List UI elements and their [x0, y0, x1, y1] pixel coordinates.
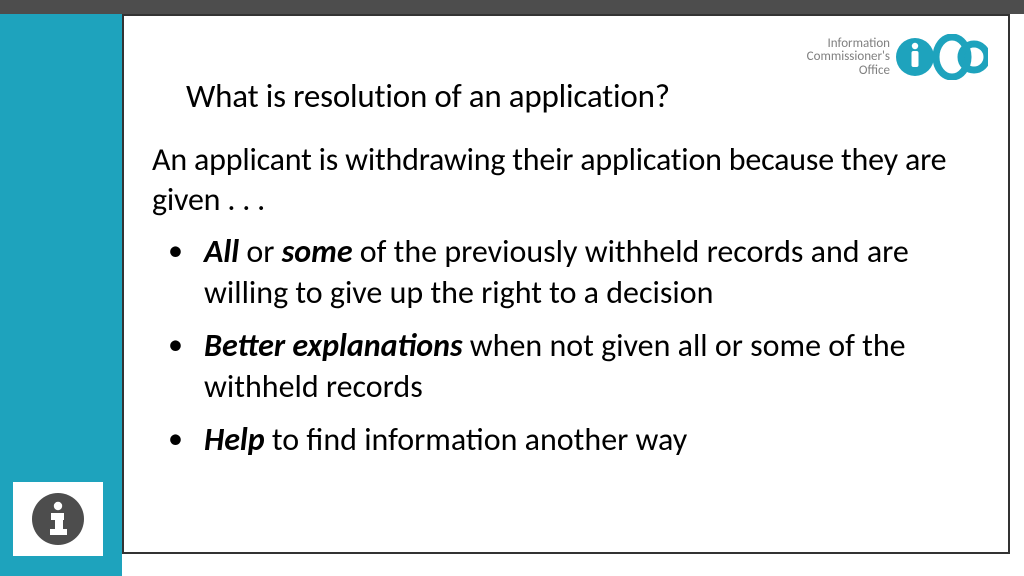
bullet-rest: to find information another way	[265, 420, 688, 459]
bullet-bold: All	[204, 232, 239, 271]
ico-logo: Information Commissioner's Office	[807, 34, 988, 80]
slide-card: Information Commissioner's Office What i…	[122, 14, 1010, 554]
list-item: All or some of the previously withheld r…	[152, 232, 980, 314]
lead-text: An applicant is withdrawing their applic…	[152, 140, 980, 220]
info-icon	[13, 482, 103, 556]
slide-title: What is resolution of an application?	[186, 76, 980, 116]
bullet-list: All or some of the previously withheld r…	[152, 232, 980, 461]
logo-line-2: Commissioner's	[807, 50, 890, 64]
bullet-bold: Help	[204, 420, 265, 459]
bullet-mid: or	[239, 232, 282, 271]
bullet-bold: Better explanations	[204, 326, 463, 365]
list-item: Help to find information another way	[152, 420, 980, 461]
list-item: Better explanations when not given all o…	[152, 326, 980, 408]
logo-line-3: Office	[807, 64, 890, 78]
bullet-bold: some	[282, 232, 353, 271]
logo-text: Information Commissioner's Office	[807, 37, 890, 78]
top-bar	[0, 0, 1024, 14]
logo-line-1: Information	[807, 37, 890, 51]
logo-glyph	[896, 34, 988, 80]
